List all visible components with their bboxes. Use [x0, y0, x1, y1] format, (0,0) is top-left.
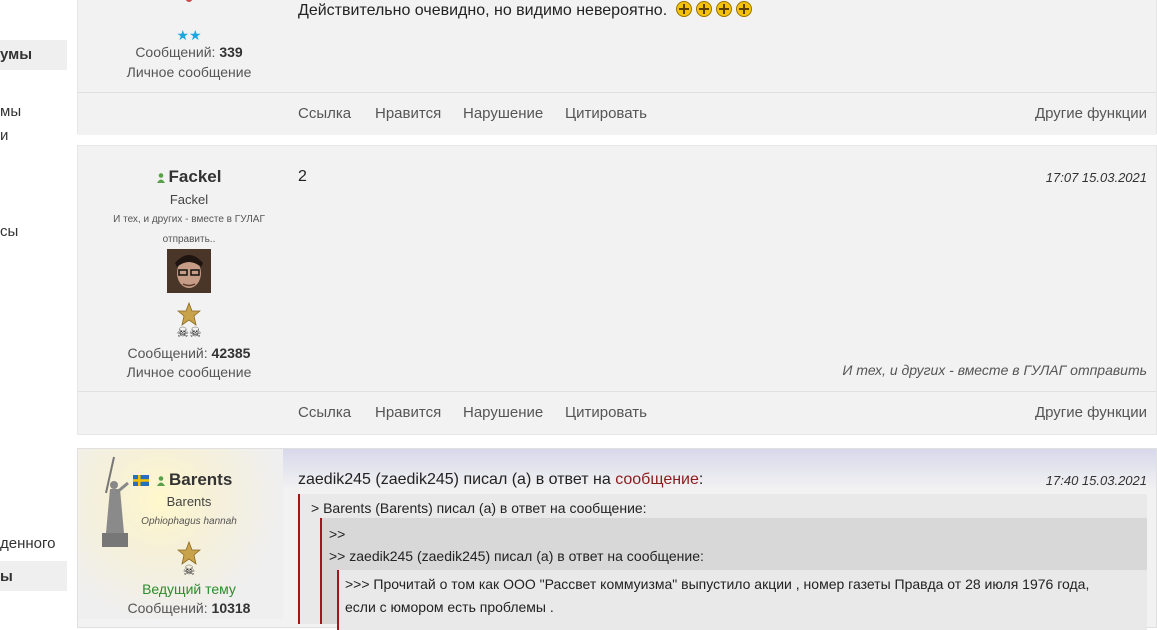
author-name[interactable]: Barents [133, 470, 232, 490]
quote-text: > Barents (Barents) писал (а) в ответ на… [311, 500, 647, 516]
quote-text: >> [329, 526, 346, 542]
author-subtitle: Ophiophagus hannah [141, 516, 237, 527]
sidebar-item-5[interactable]: денного [0, 535, 56, 552]
quote-button[interactable]: Цитировать [565, 105, 647, 122]
post-count: Сообщений: 42385 [127, 345, 251, 361]
post-message: 2 [298, 168, 307, 185]
sidebar-item-2[interactable]: мы [0, 103, 21, 120]
rank-stars: ★★ [176, 27, 202, 43]
quote-level-1: > Barents (Barents) писал (а) в ответ на… [298, 494, 1147, 630]
link-button[interactable]: Ссылка [298, 404, 351, 421]
post-2: Fackel Fackel И тех, и других - вместе в… [77, 145, 1157, 435]
sidebar-item-forums[interactable]: умы [0, 46, 32, 63]
sidebar-item-6[interactable]: ы [0, 568, 13, 585]
post-date[interactable]: 17:40 15.03.2021 [1046, 473, 1147, 488]
post-count: Сообщений: 339 [135, 44, 243, 60]
report-button[interactable]: Нарушение [463, 404, 543, 421]
quote-text: >>> Прочитай о том как ООО "Рассвет комм… [345, 576, 1090, 592]
author-status-line-1: И тех, и других - вместе в ГУЛАГ [113, 214, 265, 225]
sidebar-item-3[interactable]: и [0, 127, 8, 144]
like-button[interactable]: Нравится [375, 404, 441, 421]
post-footer: Ссылка Нравится Нарушение Цитировать Дру… [78, 92, 1156, 135]
rofl-smiley-icon [715, 1, 732, 17]
link-button[interactable]: Ссылка [298, 105, 351, 122]
author-login: Barents [166, 494, 212, 509]
report-button[interactable]: Нарушение [463, 105, 543, 122]
user-signature: И тех, и других - вместе в ГУЛАГ отправи… [842, 362, 1147, 378]
more-functions-button[interactable]: Другие функции [1035, 404, 1147, 421]
topic-starter-badge: Ведущий тему [142, 581, 236, 597]
online-user-icon [156, 172, 165, 183]
rofl-smiley-icon [675, 1, 692, 17]
post-3: Barents Barents Ophiophagus hannah ☠ Вед… [77, 448, 1157, 630]
avatar[interactable] [167, 249, 211, 293]
reply-header: zaedik245 (zaedik245) писал (а) в ответ … [298, 471, 704, 488]
online-user-icon [157, 475, 165, 486]
rofl-smiley-icon [735, 1, 752, 17]
author-name[interactable]: Fackel [78, 167, 300, 187]
post-count: Сообщений: 10318 [127, 600, 251, 616]
avatar-fragment [78, 0, 300, 14]
private-message-link[interactable]: Личное сообщение [78, 364, 300, 380]
private-message-link[interactable]: Личное сообщение [78, 64, 300, 80]
reply-source-link[interactable]: сообщение [615, 471, 699, 488]
more-functions-button[interactable]: Другие функции [1035, 105, 1147, 122]
skull-badge-icon: ☠ [182, 562, 196, 578]
quote-button[interactable]: Цитировать [565, 404, 647, 421]
quote-level-2: >> >> zaedik245 (zaedik245) писал (а) в … [320, 518, 1147, 630]
quote-text: >> zaedik245 (zaedik245) писал (а) в отв… [329, 548, 704, 564]
quote-level-3: >>> Прочитай о том как ООО "Рассвет комм… [337, 570, 1147, 630]
author-login: Fackel [169, 192, 209, 207]
post-message: Действительно очевидно, но видимо неверо… [298, 1, 752, 20]
rofl-smiley-icon [695, 1, 712, 17]
author-status-line-2: отправить.. [162, 234, 216, 245]
sweden-flag-icon [133, 475, 149, 487]
post-footer: Ссылка Нравится Нарушение Цитировать Дру… [78, 391, 1156, 434]
post-1: ★★ Сообщений: 339 Личное сообщение Дейст… [77, 0, 1157, 135]
post-date[interactable]: 17:07 15.03.2021 [1046, 170, 1147, 185]
like-button[interactable]: Нравится [375, 105, 441, 122]
sidebar-item-4[interactable]: сы [0, 223, 18, 240]
skull-badges-icon: ☠☠ [176, 324, 202, 340]
